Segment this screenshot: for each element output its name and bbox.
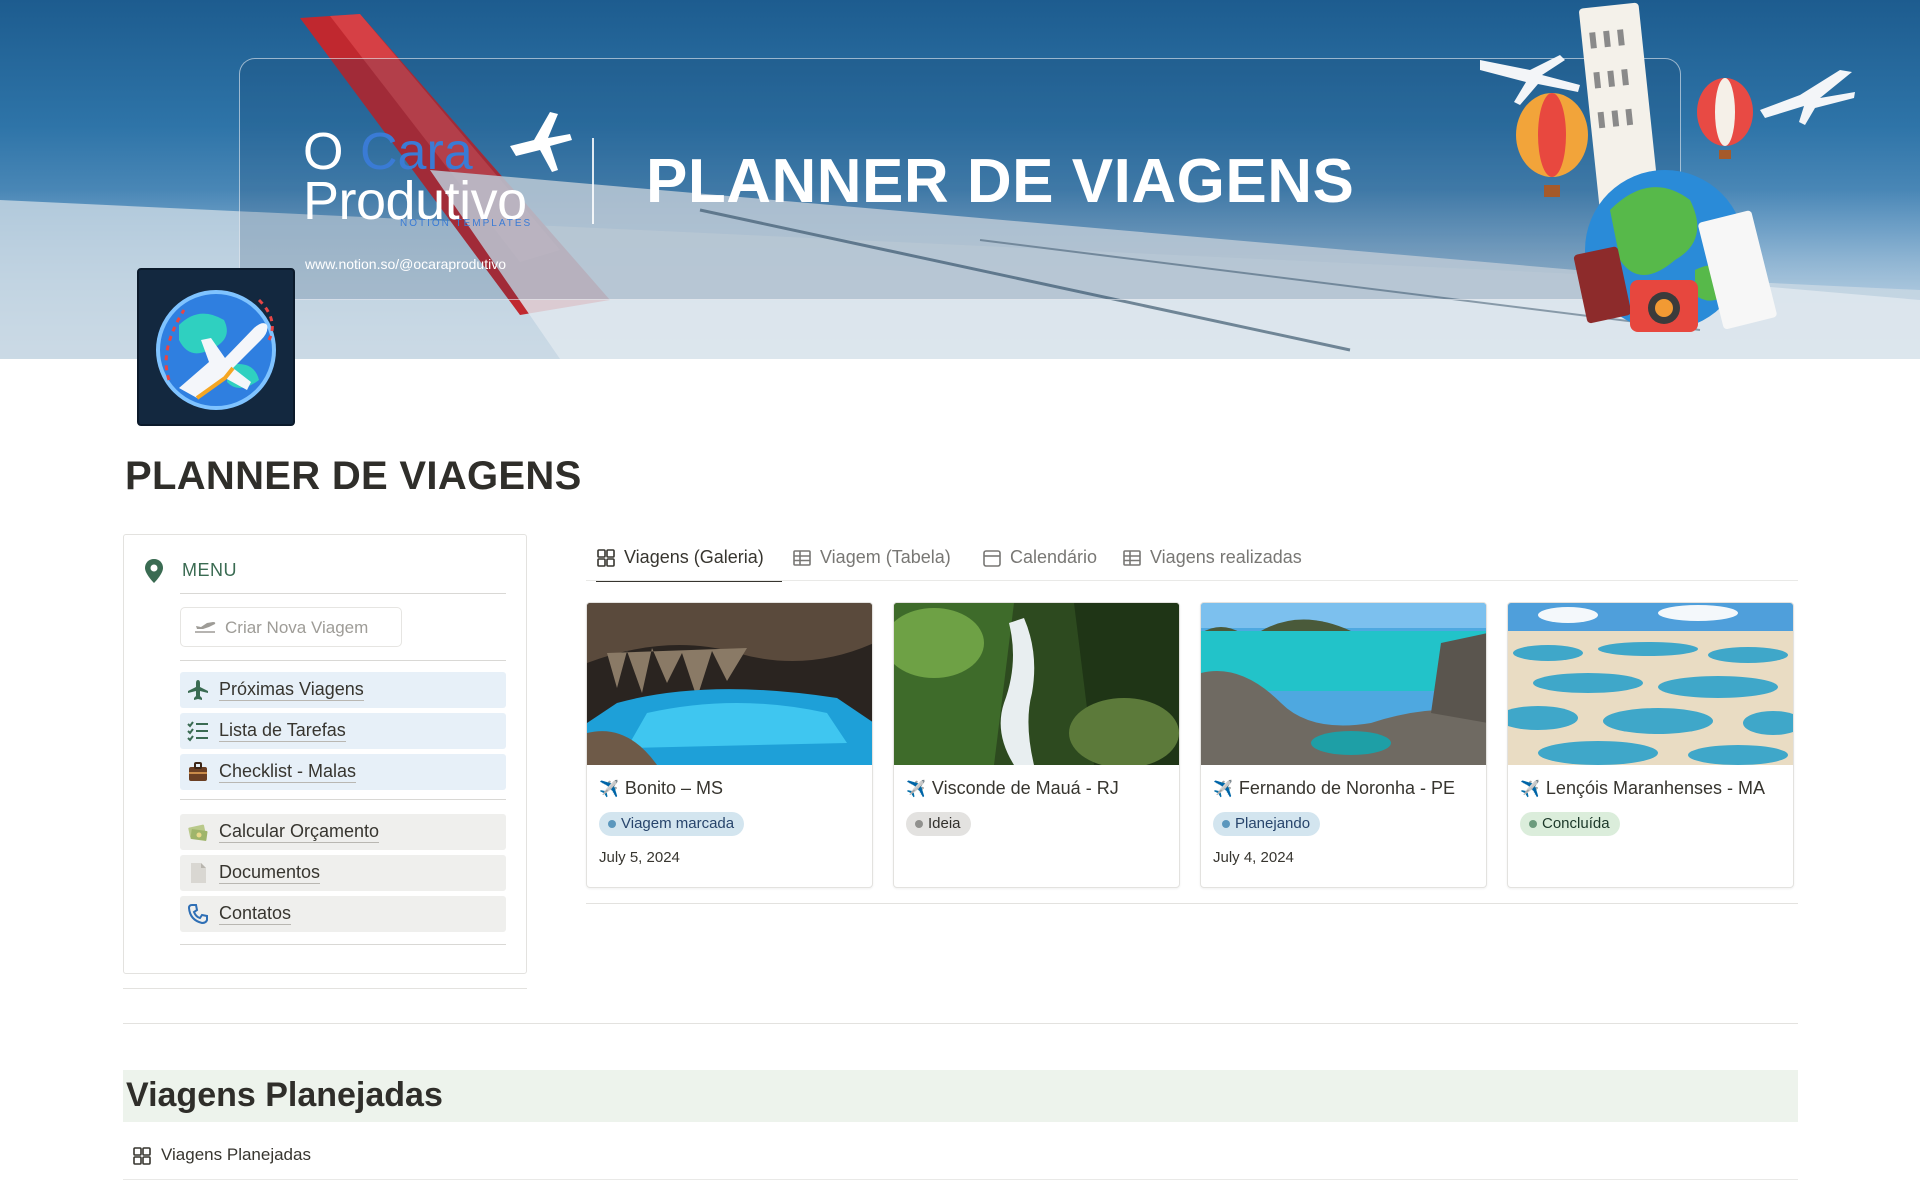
menu-item-label: Checklist - Malas: [219, 761, 357, 783]
card-title: ✈️ Bonito – MS: [599, 778, 723, 798]
brand-logo-subtitle: NOTION TEMPLATES: [400, 218, 533, 229]
menu-item-label: Contatos: [219, 903, 292, 925]
document-icon: [186, 862, 210, 884]
gallery-icon: [597, 549, 615, 567]
globe-plane-icon: [156, 290, 276, 410]
page-icon[interactable]: [137, 268, 295, 426]
gallery-card-visconde-de-maua[interactable]: ✈️ Visconde de Mauá - RJ Ideia: [893, 602, 1180, 888]
view-tabs: Viagens (Galeria) Viagem (Tabela) Calend…: [586, 538, 1798, 582]
menu-item-label: Documentos: [219, 862, 321, 884]
status-badge: Ideia: [906, 812, 971, 836]
tab-viagem-tabela[interactable]: Viagem (Tabela): [792, 538, 962, 582]
section-divider: [123, 1023, 1798, 1024]
airplane-icon: ✈️: [1520, 781, 1540, 798]
menu-header-label: MENU: [182, 560, 237, 580]
card-title: ✈️ Fernando de Noronha - PE: [1213, 778, 1456, 798]
divider: [180, 593, 506, 594]
menu-item-documentos[interactable]: Documentos: [180, 855, 506, 891]
menu-bottom-divider: [123, 988, 527, 989]
divider: [180, 660, 506, 661]
tab-viagens-galeria[interactable]: Viagens (Galeria): [596, 538, 782, 582]
tab-label: Viagens realizadas: [1150, 547, 1302, 567]
card-date: July 4, 2024: [1213, 849, 1294, 866]
menu-header: MENU: [144, 558, 506, 592]
card-cover-image: [1201, 603, 1486, 765]
divider: [180, 799, 506, 800]
card-title: ✈️ Lençóis Maranhenses - MA: [1520, 778, 1766, 798]
brand-divider: [592, 138, 594, 224]
gallery-icon: [133, 1147, 151, 1165]
tab-label: Calendário: [1010, 547, 1098, 567]
phone-icon: [186, 903, 210, 925]
tab-viagens-realizadas[interactable]: Viagens realizadas: [1122, 538, 1322, 582]
gallery-card-lencois-maranhenses[interactable]: ✈️ Lençóis Maranhenses - MA Concluída: [1507, 602, 1794, 888]
calendar-icon: [983, 550, 1001, 567]
menu-item-lista-de-tarefas[interactable]: Lista de Tarefas: [180, 713, 506, 749]
airplane-icon: [186, 679, 210, 701]
menu-item-label: Próximas Viagens: [219, 679, 364, 701]
plane-takeoff-icon: [195, 622, 216, 633]
menu-item-label: Lista de Tarefas: [219, 720, 346, 742]
gallery-bottom-divider: [586, 903, 1798, 904]
tab-calendario[interactable]: Calendário: [982, 538, 1112, 582]
page-title: PLANNER DE VIAGENS: [125, 454, 582, 498]
table-icon: [793, 550, 811, 566]
money-icon: [186, 821, 210, 843]
checklist-icon: [186, 720, 210, 742]
airplane-icon: ✈️: [906, 781, 926, 798]
status-badge: Concluída: [1520, 812, 1620, 836]
map-pin-icon: [145, 559, 163, 583]
cover-banner-title: PLANNER DE VIAGENS: [646, 147, 1355, 216]
card-date: July 5, 2024: [599, 849, 680, 866]
airplane-icon: ✈️: [1213, 781, 1233, 798]
gallery-card-fernando-de-noronha[interactable]: ✈️ Fernando de Noronha - PE Planejando Ju…: [1200, 602, 1487, 888]
brand-plane-icon: [510, 112, 572, 172]
menu-item-checklist-malas[interactable]: Checklist - Malas: [180, 754, 506, 790]
gallery-card-bonito[interactable]: ✈️ Bonito – MS Viagem marcada July 5, 202…: [586, 602, 873, 888]
view-divider: [123, 1179, 1798, 1180]
section-heading-viagens-planejadas: Viagens Planejadas: [123, 1070, 1798, 1122]
cover-url: www.notion.so/@ocaraprodutivo: [305, 256, 506, 272]
suitcase-icon: [186, 761, 210, 783]
menu-item-calcular-orcamento[interactable]: Calcular Orçamento: [180, 814, 506, 850]
menu-item-proximas-viagens[interactable]: Próximas Viagens: [180, 672, 506, 708]
menu-item-label: Calcular Orçamento: [219, 821, 380, 843]
menu-item-contatos[interactable]: Contatos: [180, 896, 506, 932]
tab-label: Viagem (Tabela): [820, 547, 951, 567]
divider: [180, 944, 506, 945]
tabs-divider: [586, 580, 1798, 581]
travel-decoration-illustration: [1480, 2, 1855, 332]
card-cover-image: [587, 603, 872, 765]
status-badge: Planejando: [1213, 812, 1321, 836]
create-new-trip-label: Criar Nova Viagem: [225, 618, 369, 637]
airplane-icon: ✈️: [599, 781, 619, 798]
card-cover-image: [894, 603, 1179, 765]
section-heading-text: Viagens Planejadas: [126, 1076, 443, 1114]
card-title: ✈️ Visconde de Mauá - RJ: [906, 778, 1119, 798]
table-icon: [1123, 550, 1141, 566]
create-new-trip-button[interactable]: Criar Nova Viagem: [180, 607, 402, 647]
view-label: Viagens Planejadas: [161, 1145, 311, 1164]
status-badge: Viagem marcada: [599, 812, 745, 836]
card-cover-image: [1508, 603, 1793, 765]
tab-label: Viagens (Galeria): [624, 547, 764, 567]
